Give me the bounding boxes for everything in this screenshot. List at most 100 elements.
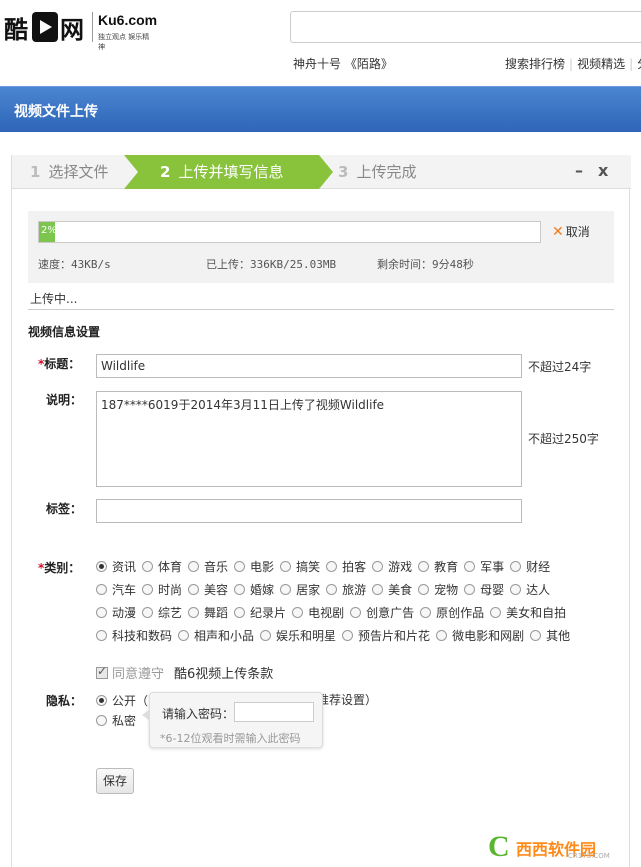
- radio-icon[interactable]: [178, 630, 190, 641]
- upload-progress-box: 2% ✕ 取消 速度：43KB/s 已上传：336KB/25.03MB 剩余时间：…: [28, 211, 614, 283]
- radio-icon[interactable]: [142, 584, 154, 595]
- tags-input[interactable]: [96, 499, 522, 523]
- minimize-icon[interactable]: –: [575, 161, 583, 180]
- radio-icon[interactable]: [372, 561, 384, 572]
- radio-icon[interactable]: [280, 584, 292, 595]
- category-option-label: 母婴: [480, 583, 505, 597]
- radio-icon[interactable]: [490, 607, 502, 618]
- title-label: *标题：: [38, 357, 81, 371]
- password-hint: *6-12位观看时需输入此密码: [160, 732, 301, 745]
- category-option[interactable]: 资讯: [96, 558, 136, 575]
- radio-icon[interactable]: [326, 584, 338, 595]
- radio-icon[interactable]: [188, 584, 200, 595]
- radio-icon[interactable]: [372, 584, 384, 595]
- radio-icon[interactable]: [510, 561, 522, 572]
- ku6-logo[interactable]: 酷 网 Ku6.com 独立观点 娱乐精神: [4, 8, 157, 51]
- radio-icon[interactable]: [96, 607, 107, 618]
- category-option[interactable]: 婚嫁: [234, 581, 274, 598]
- category-option[interactable]: 时尚: [142, 581, 182, 598]
- radio-icon[interactable]: [420, 607, 432, 618]
- step-label: 选择文件: [48, 163, 109, 181]
- category-option[interactable]: 其他: [530, 627, 570, 644]
- radio-icon[interactable]: [96, 584, 107, 595]
- category-option[interactable]: 美食: [372, 581, 412, 598]
- title-input[interactable]: [96, 354, 522, 378]
- category-option[interactable]: 科技和数码: [96, 627, 172, 644]
- category-option-label: 综艺: [158, 606, 183, 620]
- link-search-rank[interactable]: 搜索排行榜: [503, 57, 567, 71]
- category-option[interactable]: 居家: [280, 581, 320, 598]
- category-option[interactable]: 纪录片: [234, 604, 286, 621]
- cancel-button[interactable]: ✕ 取消: [552, 223, 590, 240]
- radio-icon[interactable]: [436, 630, 448, 641]
- desc-textarea[interactable]: 187****6019于2014年3月11日上传了视频Wildlife: [96, 391, 522, 487]
- category-option[interactable]: 创意广告: [350, 604, 414, 621]
- close-icon[interactable]: x: [598, 161, 608, 180]
- radio-icon[interactable]: [234, 584, 246, 595]
- password-input[interactable]: [234, 702, 314, 722]
- upload-status: 上传中...: [30, 292, 78, 306]
- category-option[interactable]: 预告片和片花: [342, 627, 430, 644]
- category-option[interactable]: 美女和自拍: [490, 604, 566, 621]
- link-video-picks[interactable]: 视频精选: [575, 57, 627, 71]
- category-option[interactable]: 娱乐和明星: [260, 627, 336, 644]
- link-more[interactable]: 分: [635, 57, 641, 71]
- category-option-label: 电影: [250, 560, 275, 574]
- radio-icon[interactable]: [326, 561, 338, 572]
- remaining-time: 剩余时间：9分48秒: [377, 258, 474, 271]
- radio-icon[interactable]: [292, 607, 304, 618]
- category-option[interactable]: 原创作品: [420, 604, 484, 621]
- radio-icon[interactable]: [96, 715, 107, 726]
- radio-icon[interactable]: [510, 584, 522, 595]
- category-option[interactable]: 美容: [188, 581, 228, 598]
- radio-icon[interactable]: [96, 630, 107, 641]
- category-option[interactable]: 宠物: [418, 581, 458, 598]
- category-option[interactable]: 搞笑: [280, 558, 320, 575]
- radio-icon[interactable]: [188, 607, 200, 618]
- agree-checkbox[interactable]: [96, 664, 108, 679]
- category-option[interactable]: 体育: [142, 558, 182, 575]
- radio-icon[interactable]: [142, 607, 154, 618]
- category-option[interactable]: 电视剧: [292, 604, 344, 621]
- category-option[interactable]: 综艺: [142, 604, 182, 621]
- radio-icon[interactable]: [418, 584, 430, 595]
- radio-icon[interactable]: [96, 695, 107, 706]
- category-option[interactable]: 旅游: [326, 581, 366, 598]
- radio-icon[interactable]: [342, 630, 354, 641]
- terms-link[interactable]: 酷6视频上传条款: [174, 663, 273, 682]
- radio-icon[interactable]: [350, 607, 362, 618]
- category-option[interactable]: 母婴: [464, 581, 504, 598]
- radio-icon[interactable]: [280, 561, 292, 572]
- category-option[interactable]: 相声和小品: [178, 627, 254, 644]
- category-option[interactable]: 财经: [510, 558, 550, 575]
- save-button[interactable]: 保存: [96, 768, 134, 794]
- radio-icon[interactable]: [142, 561, 154, 572]
- category-option[interactable]: 音乐: [188, 558, 228, 575]
- privacy-private[interactable]: 私密: [96, 712, 142, 729]
- radio-icon[interactable]: [464, 584, 476, 595]
- radio-icon[interactable]: [464, 561, 476, 572]
- category-option[interactable]: 教育: [418, 558, 458, 575]
- category-option[interactable]: 达人: [510, 581, 550, 598]
- category-option[interactable]: 汽车: [96, 581, 136, 598]
- radio-icon[interactable]: [418, 561, 430, 572]
- search-input[interactable]: [290, 11, 641, 43]
- radio-icon[interactable]: [234, 561, 246, 572]
- radio-icon[interactable]: [96, 561, 107, 572]
- hot-keywords[interactable]: 神舟十号 《陌路》: [293, 55, 393, 72]
- category-option-label: 其他: [546, 629, 571, 643]
- radio-icon[interactable]: [530, 630, 542, 641]
- category-option[interactable]: 游戏: [372, 558, 412, 575]
- radio-icon[interactable]: [188, 561, 200, 572]
- category-option-label: 科技和数码: [112, 629, 173, 643]
- radio-icon[interactable]: [260, 630, 272, 641]
- category-option[interactable]: 微电影和网剧: [436, 627, 524, 644]
- privacy-public[interactable]: 公开（: [96, 692, 154, 709]
- category-option[interactable]: 电影: [234, 558, 274, 575]
- radio-icon[interactable]: [234, 607, 246, 618]
- category-option-label: 音乐: [204, 560, 229, 574]
- category-option[interactable]: 军事: [464, 558, 504, 575]
- category-option[interactable]: 动漫: [96, 604, 136, 621]
- category-option[interactable]: 舞蹈: [188, 604, 228, 621]
- category-option[interactable]: 拍客: [326, 558, 366, 575]
